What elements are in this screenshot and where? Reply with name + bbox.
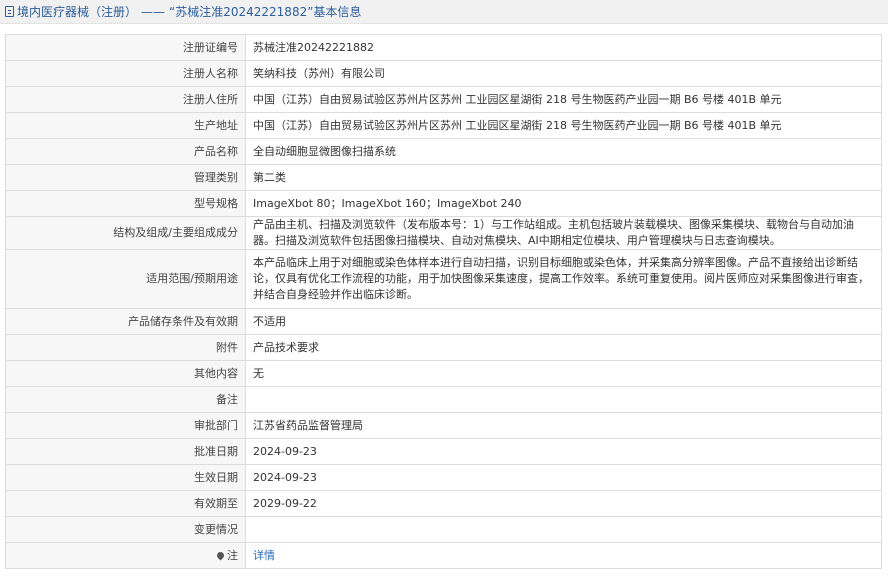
field-label: 附件 xyxy=(5,334,246,361)
field-value: 无 xyxy=(245,360,882,387)
field-label: 型号规格 xyxy=(5,190,246,217)
table-row: 其他内容 无 xyxy=(5,360,882,387)
field-value: 2024-09-23 xyxy=(245,464,882,491)
field-value xyxy=(245,386,882,413)
field-value: 不适用 xyxy=(245,308,882,335)
table-row: 型号规格 ImageXbot 80；ImageXbot 160；ImageXbo… xyxy=(5,190,882,217)
pin-icon xyxy=(215,550,226,561)
field-label: 有效期至 xyxy=(5,490,246,517)
field-value xyxy=(245,516,882,543)
field-label: 产品储存条件及有效期 xyxy=(5,308,246,335)
note-label: 注 xyxy=(227,548,238,562)
document-icon xyxy=(5,6,14,17)
table-row: 有效期至 2029-09-22 xyxy=(5,490,882,517)
table-row: 附件 产品技术要求 xyxy=(5,334,882,361)
table-row: 适用范围/预期用途 本产品临床上用于对细胞或染色体样本进行自动扫描，识别目标细胞… xyxy=(5,249,882,309)
field-label: 产品名称 xyxy=(5,138,246,165)
field-label: 适用范围/预期用途 xyxy=(5,249,246,309)
field-label: 管理类别 xyxy=(5,164,246,191)
table-row: 管理类别 第二类 xyxy=(5,164,882,191)
table-row: 注册人住所 中国（江苏）自由贸易试验区苏州片区苏州 工业园区星湖街 218 号生… xyxy=(5,86,882,113)
table-row: 产品储存条件及有效期 不适用 xyxy=(5,308,882,335)
field-label: 其他内容 xyxy=(5,360,246,387)
field-value: ImageXbot 80；ImageXbot 160；ImageXbot 240 xyxy=(245,190,882,217)
field-label: 备注 xyxy=(5,386,246,413)
table-row: 变更情况 xyxy=(5,516,882,543)
field-value: 全自动细胞显微图像扫描系统 xyxy=(245,138,882,165)
field-value: 第二类 xyxy=(245,164,882,191)
note-row: 注 详情 xyxy=(5,542,882,569)
field-value: 产品技术要求 xyxy=(245,334,882,361)
field-value: 笑纳科技（苏州）有限公司 xyxy=(245,60,882,87)
table-row: 生效日期 2024-09-23 xyxy=(5,464,882,491)
table-row: 备注 xyxy=(5,386,882,413)
field-label: 生效日期 xyxy=(5,464,246,491)
table-row: 注册证编号 苏械注准20242221882 xyxy=(5,34,882,61)
field-value: 江苏省药品监督管理局 xyxy=(245,412,882,439)
field-label: 结构及组成/主要组成成分 xyxy=(5,216,246,250)
field-value: 2029-09-22 xyxy=(245,490,882,517)
field-label: 注册人住所 xyxy=(5,86,246,113)
note-label-cell: 注 xyxy=(5,542,246,569)
field-value: 本产品临床上用于对细胞或染色体样本进行自动扫描，识别目标细胞或染色体，并采集高分… xyxy=(245,249,882,309)
field-value: 产品由主机、扫描及浏览软件（发布版本号：1）与工作站组成。主机包括玻片装载模块、… xyxy=(245,216,882,250)
table-row: 产品名称 全自动细胞显微图像扫描系统 xyxy=(5,138,882,165)
table-row: 结构及组成/主要组成成分 产品由主机、扫描及浏览软件（发布版本号：1）与工作站组… xyxy=(5,216,882,250)
table-row: 生产地址 中国（江苏）自由贸易试验区苏州片区苏州 工业园区星湖街 218 号生物… xyxy=(5,112,882,139)
field-value: 中国（江苏）自由贸易试验区苏州片区苏州 工业园区星湖街 218 号生物医药产业园… xyxy=(245,86,882,113)
field-label: 注册人名称 xyxy=(5,60,246,87)
note-value-cell: 详情 xyxy=(245,542,882,569)
page-title: “苏械注准20242221882”基本信息 xyxy=(169,5,362,19)
breadcrumb-category[interactable]: 境内医疗器械（注册） xyxy=(17,3,137,20)
field-value: 2024-09-23 xyxy=(245,438,882,465)
table-row: 批准日期 2024-09-23 xyxy=(5,438,882,465)
field-label: 变更情况 xyxy=(5,516,246,543)
field-label: 批准日期 xyxy=(5,438,246,465)
field-label: 审批部门 xyxy=(5,412,246,439)
field-label: 生产地址 xyxy=(5,112,246,139)
table-row: 审批部门 江苏省药品监督管理局 xyxy=(5,412,882,439)
title-separator: —— xyxy=(141,4,166,19)
page-title-bar: 境内医疗器械（注册） —— “苏械注准20242221882”基本信息 xyxy=(0,0,888,24)
field-value: 中国（江苏）自由贸易试验区苏州片区苏州 工业园区星湖街 218 号生物医药产业园… xyxy=(245,112,882,139)
field-value: 苏械注准20242221882 xyxy=(245,34,882,61)
table-row: 注册人名称 笑纳科技（苏州）有限公司 xyxy=(5,60,882,87)
field-label: 注册证编号 xyxy=(5,34,246,61)
details-link[interactable]: 详情 xyxy=(253,549,275,562)
basic-info-table: 注册证编号 苏械注准20242221882 注册人名称 笑纳科技（苏州）有限公司… xyxy=(5,34,882,569)
